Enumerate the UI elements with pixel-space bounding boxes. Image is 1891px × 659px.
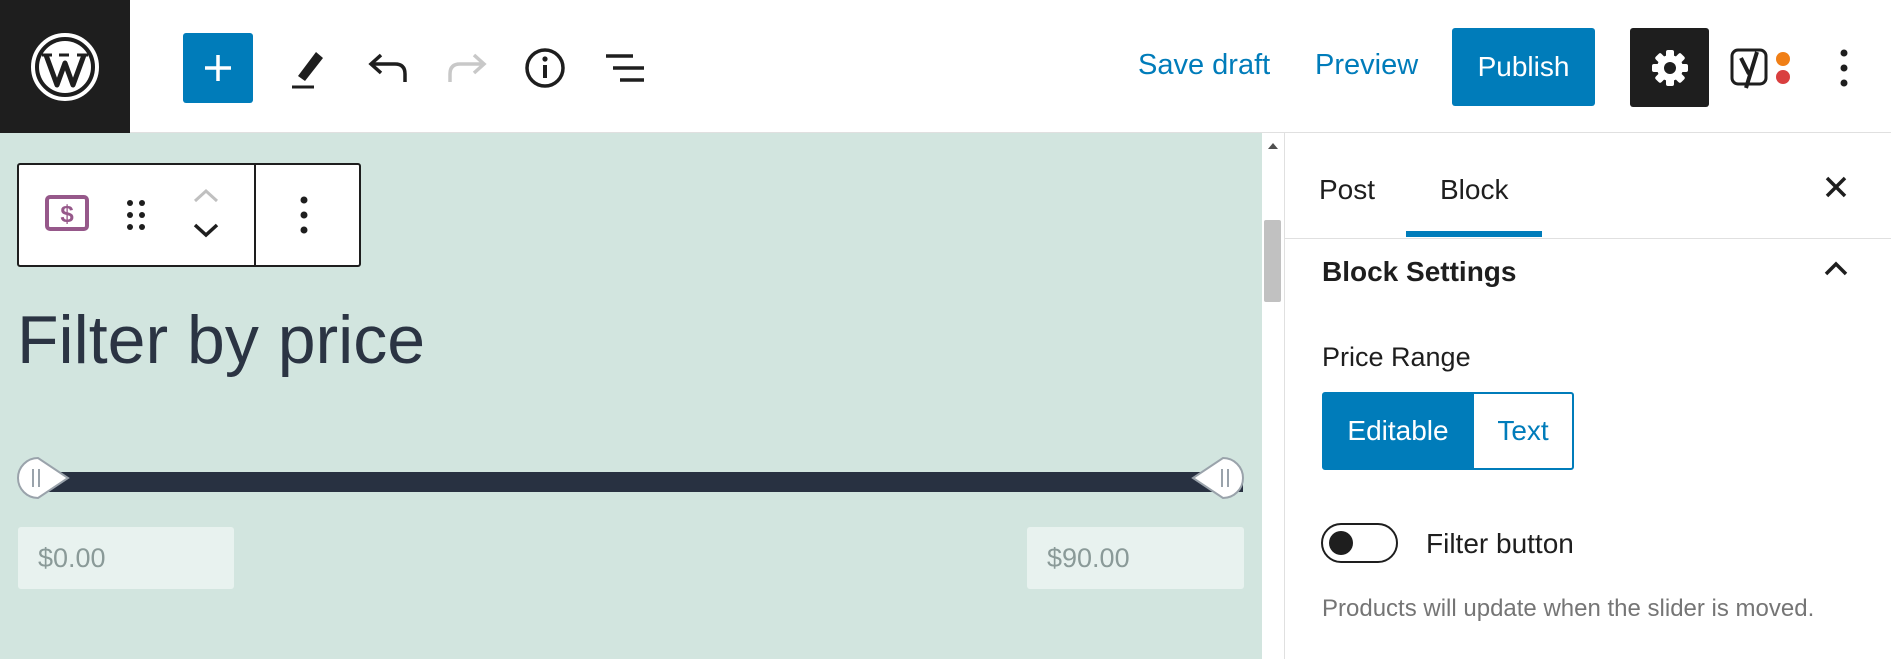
move-up-button[interactable] (191, 187, 221, 210)
publish-button[interactable]: Publish (1452, 28, 1595, 106)
undo-button[interactable] (363, 43, 413, 93)
tools-button[interactable] (284, 43, 334, 93)
close-sidebar-button[interactable] (1822, 173, 1850, 206)
price-filter-icon: $ (45, 195, 89, 231)
block-heading[interactable]: Filter by price (17, 300, 425, 380)
chevron-up-icon (1824, 261, 1848, 276)
block-inserter-button[interactable] (183, 33, 253, 103)
undo-icon (368, 53, 407, 82)
slider-max-handle[interactable] (1189, 455, 1247, 506)
max-price-input[interactable]: $90.00 (1027, 527, 1244, 589)
filter-button-label: Filter button (1426, 528, 1574, 559)
drag-handle[interactable] (125, 198, 147, 237)
save-draft-button[interactable]: Save draft (1138, 45, 1270, 85)
collapse-panel-button[interactable] (1822, 258, 1850, 283)
active-tab-indicator (1406, 231, 1542, 237)
min-price-input[interactable]: $0.00 (18, 527, 234, 589)
filter-button-toggle[interactable] (1321, 523, 1398, 563)
kebab-menu-icon (1840, 49, 1848, 87)
scroll-up-arrow-icon (1268, 143, 1278, 149)
redo-button[interactable] (442, 43, 492, 93)
pen-icon (292, 52, 323, 89)
toggle-knob (1329, 531, 1353, 555)
slider-min-handle[interactable] (14, 455, 72, 506)
yoast-seo-button[interactable] (1728, 40, 1796, 96)
canvas-scroll-thumb[interactable] (1264, 220, 1281, 302)
toolbar-divider (254, 165, 256, 265)
preview-button[interactable]: Preview (1315, 45, 1418, 85)
wordpress-logo-icon (31, 32, 99, 101)
price-slider-track[interactable] (38, 472, 1243, 492)
gear-icon (1651, 49, 1688, 86)
details-button[interactable] (520, 43, 570, 93)
editor-header: Save draft Preview Publish (0, 0, 1891, 133)
drag-handle-icon (127, 200, 145, 230)
svg-text:$: $ (60, 201, 74, 228)
block-toolbar: $ (17, 163, 361, 267)
wordpress-logo[interactable] (0, 0, 130, 133)
info-icon (525, 48, 565, 88)
block-settings-panel-title[interactable]: Block Settings (1322, 254, 1516, 290)
kebab-menu-icon (300, 196, 308, 234)
price-range-text-option[interactable]: Text (1472, 392, 1574, 470)
slider-handle-icon (17, 456, 70, 500)
redo-icon (448, 53, 487, 82)
close-icon (1825, 176, 1847, 198)
chevron-up-icon (193, 188, 219, 203)
settings-button[interactable] (1630, 28, 1709, 107)
options-menu-button[interactable] (1829, 43, 1859, 93)
list-view-icon (606, 54, 644, 82)
tabs-divider (1285, 238, 1891, 239)
list-view-button[interactable] (600, 43, 650, 93)
chevron-down-icon (193, 223, 219, 238)
block-options-button[interactable] (299, 195, 309, 240)
yoast-icon (1730, 48, 1790, 89)
price-range-label: Price Range (1322, 342, 1471, 372)
move-down-button[interactable] (191, 221, 221, 244)
tab-post[interactable]: Post (1319, 172, 1375, 208)
slider-handle-icon (1191, 456, 1244, 500)
plus-icon (205, 55, 231, 81)
canvas-scrollbar[interactable] (1262, 133, 1284, 659)
block-type-button[interactable]: $ (45, 195, 89, 236)
filter-button-help-text: Products will update when the slider is … (1322, 595, 1815, 622)
tab-block[interactable]: Block (1440, 172, 1508, 208)
price-range-editable-option[interactable]: Editable (1322, 392, 1474, 470)
